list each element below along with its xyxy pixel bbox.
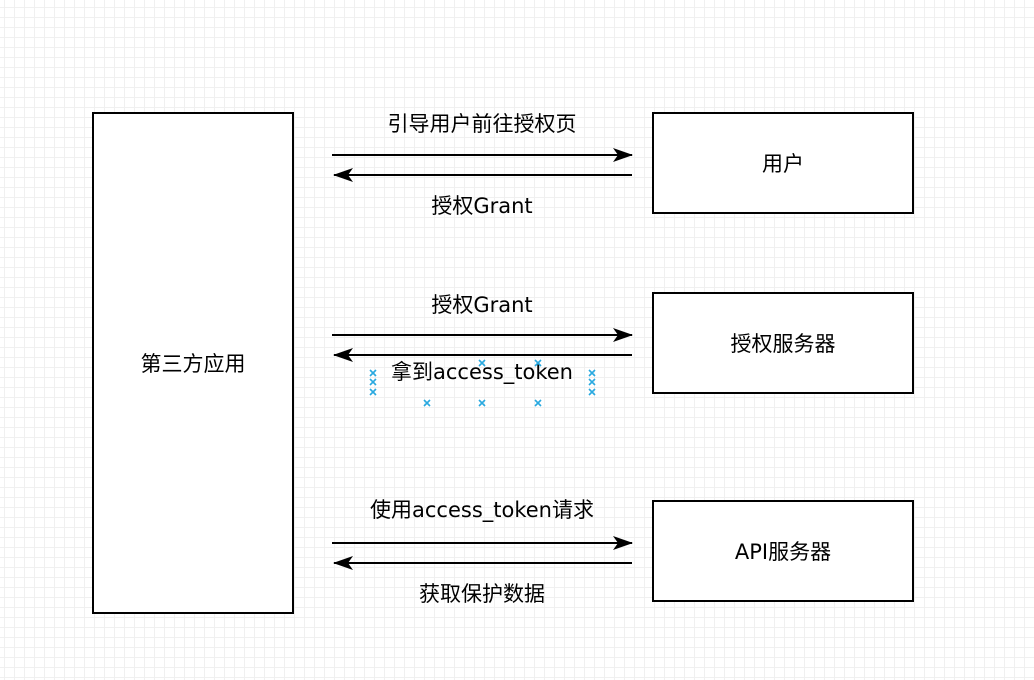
resize-handle-icon[interactable] — [369, 378, 377, 386]
resize-handle-icon[interactable] — [369, 388, 377, 396]
resize-handle-icon[interactable] — [478, 399, 486, 407]
resize-handle-icon[interactable] — [423, 399, 431, 407]
resize-handle-icon[interactable] — [588, 369, 596, 377]
resize-handle-icon[interactable] — [534, 359, 542, 367]
diagram-canvas[interactable]: 第三方应用 用户 授权服务器 API服务器 引导用户前往授权页 授权Grant … — [0, 0, 1034, 680]
resize-handle-icon[interactable] — [369, 369, 377, 377]
resize-handle-icon[interactable] — [588, 388, 596, 396]
selection-handles — [369, 359, 596, 407]
resize-handle-icon[interactable] — [588, 378, 596, 386]
resize-handle-icon[interactable] — [478, 359, 486, 367]
resize-handle-icon[interactable] — [534, 399, 542, 407]
